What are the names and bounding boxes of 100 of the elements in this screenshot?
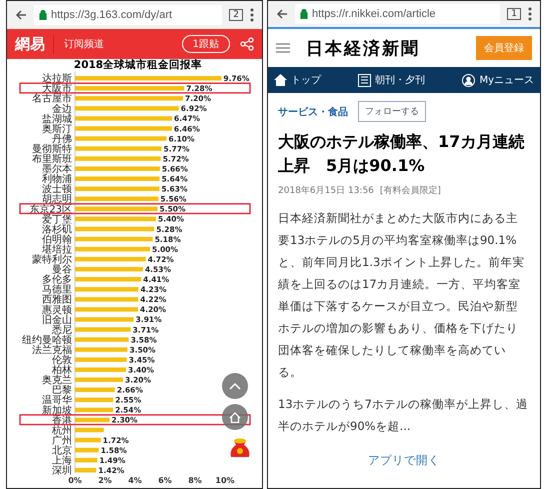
nav-link[interactable]: トップ [291, 73, 322, 87]
address-bar[interactable]: https://3g.163.com/dy/art [34, 5, 222, 25]
city-label: 旧金山 [42, 314, 72, 326]
comments-button[interactable]: 1跟贴 [182, 35, 230, 53]
scroll-up-button[interactable] [222, 373, 248, 399]
site-logo[interactable]: 網易 [15, 34, 54, 54]
newspaper-icon [358, 74, 372, 86]
follow-button[interactable]: フォローする [358, 101, 426, 122]
city-label: 巴黎 [52, 385, 72, 396]
bar [75, 428, 104, 432]
city-label: 蒙特利尔 [32, 254, 72, 266]
city-label: 伯明翰 [42, 234, 72, 246]
chevron-up-icon [229, 382, 242, 390]
city-label: 深圳 [52, 466, 72, 477]
city-label: 堪培拉 [42, 244, 72, 256]
article-date: 2018年6月15日 13:56 [278, 184, 374, 197]
axis-tick-label: 10% [215, 476, 235, 485]
city-label: 曼谷 [52, 264, 72, 276]
bar [75, 408, 114, 412]
newspaper-logo[interactable]: 日本経済新聞 [306, 36, 460, 60]
city-label: 伦敦 [52, 355, 72, 366]
city-label: 奥斯汀 [42, 124, 72, 135]
bar [75, 347, 128, 352]
city-label: 温哥华 [42, 395, 72, 406]
city-label: 西雅图 [42, 294, 72, 306]
city-label: 曼彻斯特 [32, 144, 72, 155]
bar [75, 418, 110, 422]
axis-tick-label: 4% [128, 476, 142, 485]
city-label: 广州 [52, 435, 72, 446]
city-label: 悉尼 [52, 324, 72, 336]
city-label: 丹佛 [52, 134, 72, 145]
address-bar[interactable]: https://r.nikkei.com/article [295, 4, 500, 24]
back-arrow-icon[interactable] [15, 9, 27, 21]
city-label: 盐湖城 [42, 114, 72, 125]
city-label: 北京 [52, 445, 72, 456]
channel-link[interactable]: 订阅频道 [64, 37, 172, 51]
axis-tick-label: 2% [98, 476, 112, 485]
bar [75, 438, 101, 442]
bar [75, 337, 129, 342]
bar [75, 448, 99, 452]
house-icon [229, 412, 242, 422]
city-label: 惠灵顿 [42, 304, 72, 316]
bar [75, 367, 126, 372]
city-label: 爱丁堡 [42, 214, 72, 226]
city-label: 胡志明 [42, 194, 72, 206]
city-label: 法兰克福 [32, 344, 72, 356]
axis-tick-label: 6% [158, 476, 172, 485]
nav-link[interactable]: Myニュース [479, 73, 534, 87]
home-icon [274, 74, 288, 86]
user-icon [462, 74, 476, 86]
city-label: 马德里 [42, 284, 72, 296]
bar [75, 287, 138, 292]
city-label: 洛杉矶 [42, 224, 72, 236]
axis-tick-label: 0% [68, 476, 82, 485]
paywall-label: [有料会員限定] [380, 184, 441, 197]
bar [75, 468, 96, 472]
money-bag-icon[interactable] [228, 437, 252, 459]
bar [75, 277, 142, 282]
city-label: 上海 [52, 456, 72, 466]
bar [75, 266, 143, 272]
more-menu-icon[interactable] [250, 8, 254, 22]
city-label: 杭州 [52, 425, 72, 436]
more-menu-icon[interactable] [528, 7, 532, 21]
url-text: https://3g.163.com/dy/art [51, 9, 172, 21]
city-label: 奥克兰 [42, 375, 72, 386]
menu-icon[interactable] [276, 43, 290, 53]
home-button[interactable] [222, 404, 248, 430]
bar [75, 357, 127, 362]
city-label: 名古屋市 [32, 94, 72, 105]
city-label: 新加坡 [42, 405, 72, 416]
city-label: 大阪市 [42, 84, 72, 95]
back-arrow-icon[interactable] [276, 8, 288, 20]
bar [75, 458, 98, 462]
city-label: 布里斯班 [32, 154, 72, 165]
bar [75, 317, 134, 322]
lock-icon [39, 10, 47, 20]
bar [75, 398, 114, 402]
axis-tick-label: 8% [188, 476, 202, 485]
city-label: 纽约曼哈顿 [22, 334, 72, 346]
city-label: 多伦多 [42, 274, 72, 286]
bar [75, 297, 138, 302]
open-in-app-link[interactable]: アプリで開く [368, 453, 440, 467]
article-paragraph: 日本経済新聞社がまとめた大阪市内にある主要13ホテルの5月の平均客室稼働率は90.1%と、前年同月比1.3ポイント上昇した。前年実績を上回るのは17カ月連続。一方、平均客室単価は下落するケースが目立つ。民泊や新型ホテルの増加の影響もあり、価格を下げたり団体客を確保したりして稼働率を高めている。 [278, 210, 526, 381]
bar [75, 327, 131, 332]
bar [75, 256, 146, 262]
article-headline: 大阪のホテル稼働率、17カ月連続上昇 5月は90.1% [278, 131, 526, 177]
bar [75, 378, 123, 382]
city-label: 金边 [52, 104, 72, 115]
city-label: 达拉斯 [42, 74, 72, 85]
tab-count-button[interactable]: 2 [229, 9, 244, 21]
bar [75, 388, 115, 392]
category-link[interactable]: サービス・食品 [278, 104, 348, 118]
lock-icon [300, 9, 308, 19]
chart-title: 2018全球城市租金回报率 [72, 59, 204, 72]
bar [75, 307, 138, 312]
share-icon[interactable] [240, 37, 254, 51]
tab-count-button[interactable]: 1 [507, 8, 521, 20]
article-paragraph: 13ホテルのうち7ホテルの稼働率が上昇し、過半のホテルが90%を超... [278, 396, 529, 435]
url-text: https://r.nikkei.com/article [312, 8, 436, 20]
nav-link[interactable]: 朝刊・夕刊 [375, 73, 426, 87]
